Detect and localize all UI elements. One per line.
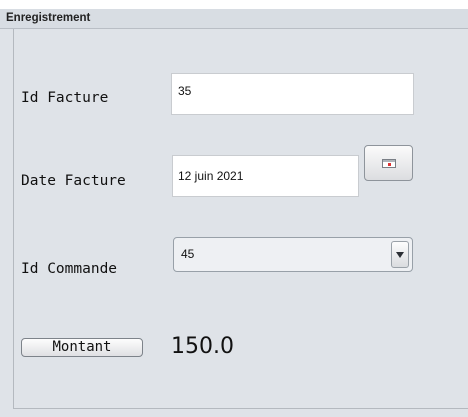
id-commande-label: Id Commande	[21, 261, 118, 277]
chevron-down-icon[interactable]	[391, 241, 409, 268]
montant-value: 150.0	[171, 334, 234, 359]
id-commande-select[interactable]: 45	[173, 237, 413, 272]
panel-border-bottom	[13, 408, 468, 409]
id-facture-input[interactable]: 35	[171, 73, 414, 115]
date-facture-input[interactable]: 12 juin 2021	[172, 155, 359, 197]
id-facture-value: 35	[178, 84, 192, 98]
panel-title: Enregistrement	[6, 12, 91, 24]
id-commande-selected-value: 45	[181, 247, 195, 261]
date-facture-value: 12 juin 2021	[178, 169, 244, 183]
date-picker-button[interactable]	[364, 145, 413, 181]
montant-button[interactable]: Montant	[21, 338, 143, 357]
panel-header: Enregistrement	[0, 9, 468, 29]
id-facture-label: Id Facture	[21, 90, 109, 106]
date-facture-label: Date Facture	[21, 173, 126, 189]
panel-border-left	[13, 29, 14, 409]
calendar-icon	[382, 159, 396, 168]
